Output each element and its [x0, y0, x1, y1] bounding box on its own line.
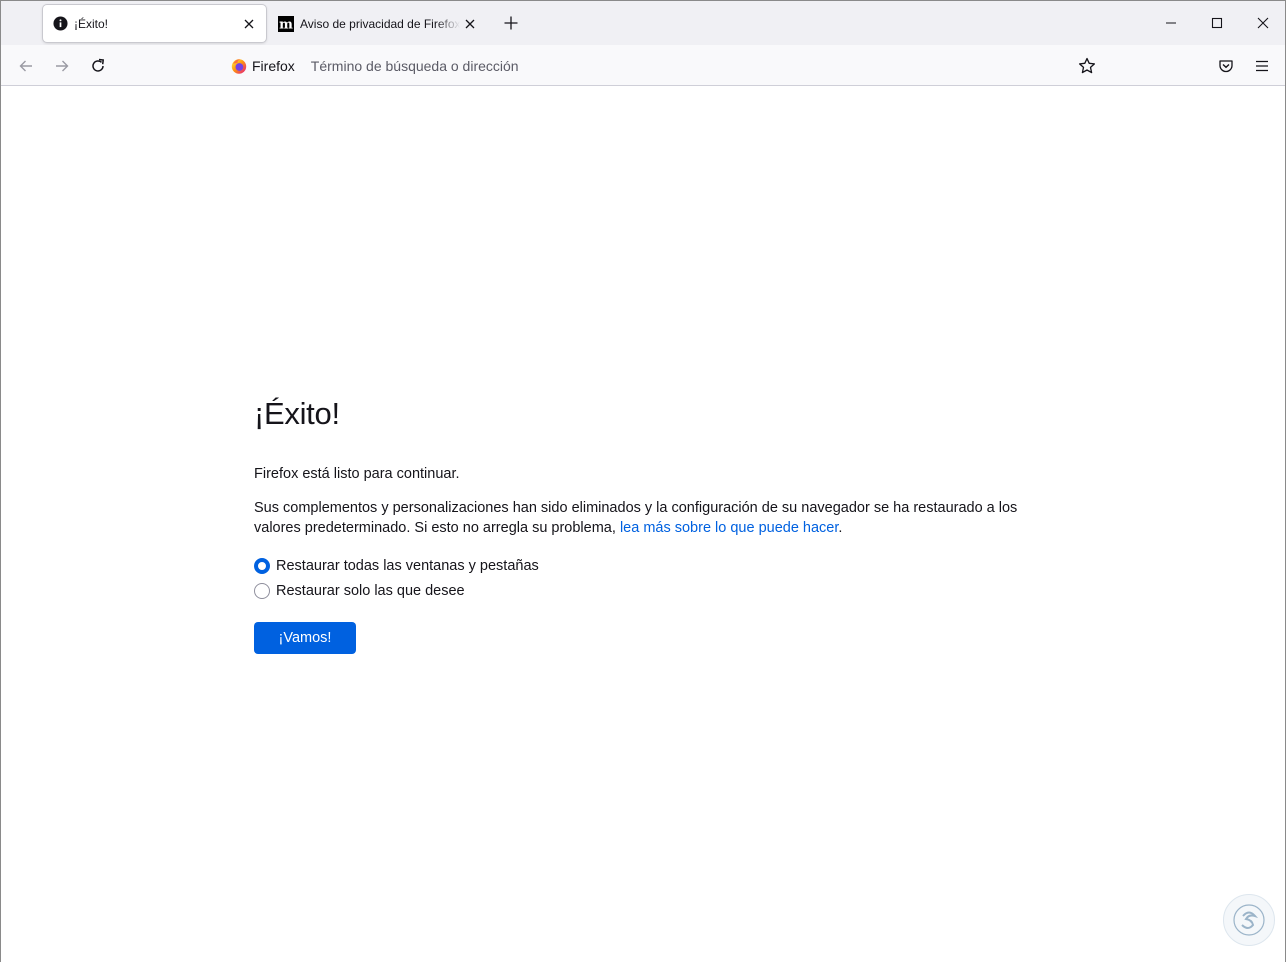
- page-title: ¡Éxito!: [254, 396, 340, 431]
- page-content: ¡Éxito! Firefox está listo para continua…: [1, 86, 1285, 962]
- svg-text:m: m: [279, 17, 293, 32]
- mozilla-m-icon: m: [278, 15, 294, 32]
- lets-go-button[interactable]: ¡Vamos!: [254, 622, 356, 654]
- firefox-logo-icon: [231, 58, 247, 74]
- maximize-icon[interactable]: [1205, 11, 1229, 35]
- identity-label: Firefox: [252, 58, 295, 74]
- learn-more-link[interactable]: lea más sobre lo que puede hacer: [620, 520, 838, 536]
- tab-strip: ¡Éxito! m Aviso de privacidad de Firefox…: [1, 1, 1285, 45]
- tab-title: Aviso de privacidad de Firefox — Mozilla: [300, 16, 460, 31]
- forward-arrow-icon[interactable]: [50, 54, 74, 78]
- pocket-icon[interactable]: [1214, 54, 1238, 78]
- restore-options: Restaurar todas las ventanas y pestañas …: [254, 553, 1054, 603]
- back-arrow-icon[interactable]: [14, 54, 38, 78]
- site-watermark-logo: [1223, 894, 1275, 946]
- close-tab-icon[interactable]: [239, 14, 259, 34]
- url-bar[interactable]: Firefox: [227, 53, 647, 79]
- close-tab-icon[interactable]: [460, 14, 480, 34]
- minimize-icon[interactable]: [1159, 11, 1183, 35]
- url-input[interactable]: [310, 58, 611, 74]
- bookmark-star-icon[interactable]: [1075, 54, 1099, 78]
- reload-icon[interactable]: [86, 54, 110, 78]
- identity-box[interactable]: Firefox: [227, 58, 295, 74]
- description: Sus complementos y personalizaciones han…: [254, 498, 1054, 538]
- restore-selected-label: Restaurar solo las que desee: [276, 582, 465, 599]
- restore-all-option[interactable]: Restaurar todas las ventanas y pestañas: [254, 553, 1054, 578]
- new-tab-icon[interactable]: [501, 13, 521, 33]
- browser-window: ¡Éxito! m Aviso de privacidad de Firefox…: [0, 0, 1286, 962]
- radio-restore-selected[interactable]: [254, 582, 270, 599]
- radio-restore-all[interactable]: [254, 557, 270, 574]
- ready-message: Firefox está listo para continuar.: [254, 466, 460, 482]
- tab-title: ¡Éxito!: [74, 16, 109, 31]
- tab-exito[interactable]: ¡Éxito!: [43, 5, 266, 42]
- close-window-icon[interactable]: [1251, 11, 1275, 35]
- info-icon: [52, 16, 68, 32]
- link-suffix: .: [838, 520, 843, 536]
- tab-privacy-notice[interactable]: m Aviso de privacidad de Firefox — Mozil…: [269, 5, 487, 42]
- restore-all-label: Restaurar todas las ventanas y pestañas: [276, 557, 539, 574]
- navigation-toolbar: Firefox: [1, 45, 1285, 86]
- hamburger-menu-icon[interactable]: [1250, 54, 1274, 78]
- reset-success-page: ¡Éxito! Firefox está listo para continua…: [254, 396, 1054, 654]
- restore-selected-option[interactable]: Restaurar solo las que desee: [254, 578, 1054, 603]
